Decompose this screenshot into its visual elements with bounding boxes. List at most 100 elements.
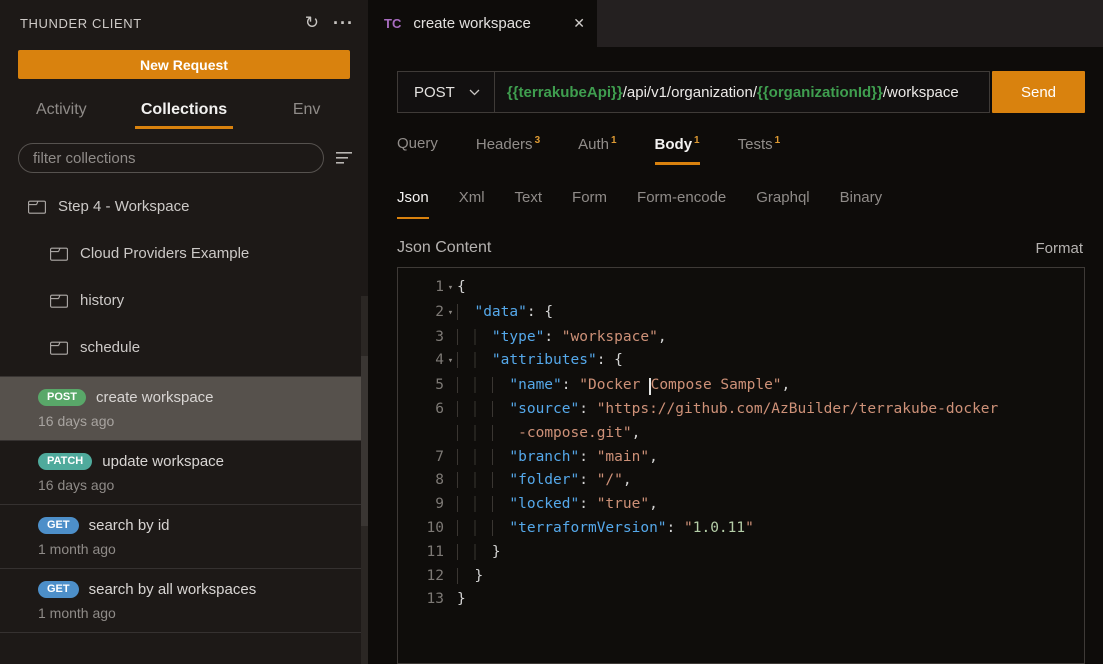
folder-item-history[interactable]: history [0, 277, 368, 324]
token-ind [457, 472, 509, 488]
body-tab-graphql[interactable]: Graphql [756, 189, 809, 219]
token-key: "terraformVersion" [509, 520, 666, 536]
folder-icon [50, 341, 68, 355]
code-text: "locked": "true", [457, 493, 1084, 517]
fold-icon[interactable]: ▾ [444, 276, 457, 301]
line-number [398, 422, 444, 446]
sidebar-tab-env[interactable]: Env [245, 91, 368, 129]
body-tab-binary[interactable]: Binary [840, 189, 883, 219]
token-str: "https://github.com/AzBuilder/terrakube-… [597, 401, 999, 417]
token-punc: { [457, 279, 466, 295]
send-button[interactable]: Send [992, 71, 1085, 113]
token-punc: : { [597, 352, 623, 368]
json-editor[interactable]: 1▾{2▾ "data": {3 "type": "workspace",4▾ … [397, 267, 1085, 664]
body-tab-form[interactable]: Form [572, 189, 607, 219]
request-tab-headers[interactable]: Headers3 [476, 129, 540, 165]
collections-tree: Step 4 - WorkspaceCloud Providers Exampl… [0, 183, 368, 371]
line-number: 6 [398, 398, 444, 422]
token-punc: : [562, 377, 579, 393]
body-tab-form-encode[interactable]: Form-encode [637, 189, 726, 219]
folder-item-cloud-providers-example[interactable]: Cloud Providers Example [0, 230, 368, 277]
token-ind [457, 425, 509, 441]
method-badge-get: GET [38, 581, 79, 598]
filter-sort-icon[interactable] [334, 151, 354, 165]
body-tab-json[interactable]: Json [397, 189, 429, 219]
request-item-update-workspace[interactable]: PATCHupdate workspace 16 days ago [0, 441, 368, 505]
more-options-icon[interactable]: ··· [333, 18, 354, 28]
request-list: POSTcreate workspace16 days agoPATCHupda… [0, 376, 368, 633]
token-punc: : [667, 520, 684, 536]
tab-count-badge: 1 [611, 135, 617, 146]
method-dropdown[interactable]: POST [398, 72, 495, 112]
body-panel-header: Json Content Format [397, 233, 1085, 263]
request-item-search-by-id[interactable]: GETsearch by id1 month ago [0, 505, 368, 569]
format-button[interactable]: Format [1035, 240, 1085, 257]
code-text: "source": "https://github.com/AzBuilder/… [457, 398, 1084, 422]
line-number: 8 [398, 469, 444, 493]
token-str: "workspace" [562, 329, 658, 345]
request-line: PATCHupdate workspace [38, 453, 368, 470]
sidebar-scrollbar[interactable] [361, 296, 368, 664]
folder-item-step-4-workspace[interactable]: Step 4 - Workspace [0, 183, 368, 230]
code-text: } [457, 588, 1084, 612]
token-punc: , [649, 449, 658, 465]
token-key: "type" [492, 329, 544, 345]
fold-spacer [444, 422, 457, 446]
token-punc: : [579, 449, 596, 465]
token-punc: : [544, 329, 561, 345]
request-timestamp: 16 days ago [38, 477, 368, 493]
tab-create-workspace[interactable]: TC create workspace ✕ [368, 0, 597, 47]
token-str: -compose.git" [518, 425, 632, 441]
request-timestamp: 16 days ago [38, 413, 368, 429]
request-tab-label: Auth [578, 136, 609, 153]
token-punc: } [457, 591, 466, 607]
folder-item-schedule[interactable]: schedule [0, 324, 368, 371]
token-punc: , [782, 377, 791, 393]
code-text: "terraformVersion": "1.0.11" [457, 517, 1084, 541]
refresh-icon[interactable]: ↻ [305, 13, 319, 33]
request-tab-auth[interactable]: Auth1 [578, 129, 616, 165]
token-key: "data" [474, 304, 526, 320]
token-punc: } [492, 544, 501, 560]
folder-icon [50, 294, 68, 308]
url-input[interactable]: {{terrakubeApi}}/api/v1/organization/{{o… [495, 72, 989, 112]
token-punc: : { [527, 304, 553, 320]
sidebar-tab-activity[interactable]: Activity [0, 91, 123, 129]
token-ind [457, 352, 492, 368]
fold-spacer [444, 326, 457, 350]
new-request-button[interactable]: New Request [18, 50, 350, 79]
request-tab-query[interactable]: Query [397, 129, 438, 165]
code-text: -compose.git", [457, 422, 1084, 446]
request-tab-label: Query [397, 135, 438, 152]
scrollbar-thumb[interactable] [361, 356, 368, 526]
filter-collections-input[interactable] [18, 143, 324, 173]
sidebar-tab-collections[interactable]: Collections [123, 91, 246, 129]
folder-icon [28, 200, 46, 214]
fold-spacer [444, 446, 457, 470]
body-tab-xml[interactable]: Xml [459, 189, 485, 219]
code-text: { [457, 276, 1084, 301]
fold-icon[interactable]: ▾ [444, 301, 457, 326]
token-punc: : [579, 401, 596, 417]
fold-spacer [444, 517, 457, 541]
token-str: " [684, 520, 693, 536]
main-panel: TC create workspace ✕ POST {{terrakubeAp… [368, 0, 1103, 664]
json-content-label: Json Content [397, 239, 1035, 257]
close-tab-icon[interactable]: ✕ [573, 15, 585, 32]
request-tab-body[interactable]: Body1 [655, 129, 700, 165]
code-text: "data": { [457, 301, 1084, 326]
fold-icon[interactable]: ▾ [444, 349, 457, 374]
token-ind [457, 520, 509, 536]
request-tab-tests[interactable]: Tests1 [738, 129, 781, 165]
token-str: "/" [597, 472, 623, 488]
request-item-search-by-all-workspaces[interactable]: GETsearch by all workspaces1 month ago [0, 569, 368, 633]
token-key: "source" [509, 401, 579, 417]
code-text: "attributes": { [457, 349, 1084, 374]
request-item-create-workspace[interactable]: POSTcreate workspace 16 days ago [0, 377, 368, 441]
body-tab-text[interactable]: Text [515, 189, 543, 219]
tab-title: create workspace [413, 15, 563, 32]
editor-tabstrip: TC create workspace ✕ [368, 0, 1103, 47]
request-line: POSTcreate workspace [38, 389, 368, 406]
method-label: POST [414, 84, 455, 101]
code-text: } [457, 565, 1084, 589]
